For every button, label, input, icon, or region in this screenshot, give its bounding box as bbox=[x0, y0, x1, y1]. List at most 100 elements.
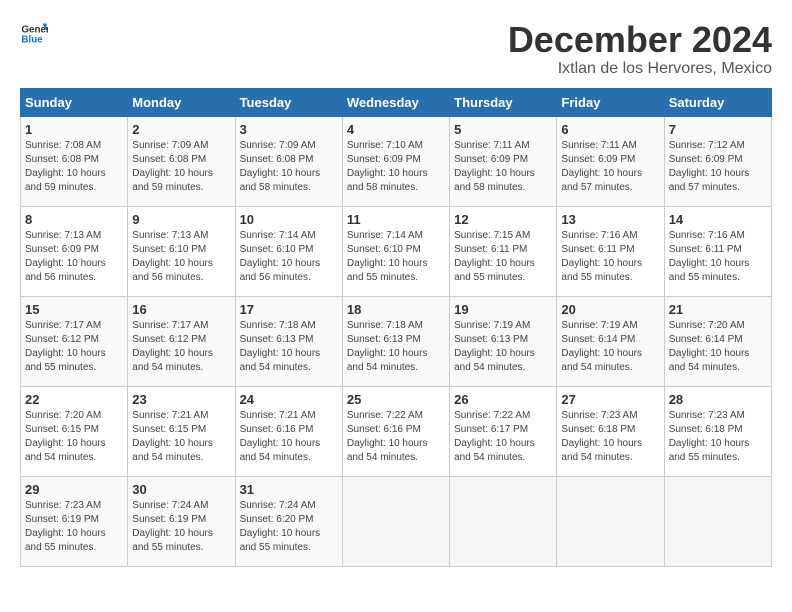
day-number: 4 bbox=[347, 122, 445, 137]
week-row-2: 15 Sunrise: 7:17 AM Sunset: 6:12 PM Dayli… bbox=[21, 296, 772, 386]
day-number: 15 bbox=[25, 302, 123, 317]
day-number: 24 bbox=[240, 392, 338, 407]
day-cell: 22 Sunrise: 7:20 AM Sunset: 6:15 PM Dayli… bbox=[21, 386, 128, 476]
col-tuesday: Tuesday bbox=[235, 88, 342, 116]
logo: General Blue bbox=[20, 20, 48, 48]
day-cell bbox=[342, 476, 449, 566]
day-info: Sunrise: 7:22 AM Sunset: 6:16 PM Dayligh… bbox=[347, 409, 445, 465]
day-info: Sunrise: 7:11 AM Sunset: 6:09 PM Dayligh… bbox=[561, 139, 659, 195]
day-info: Sunrise: 7:16 AM Sunset: 6:11 PM Dayligh… bbox=[561, 229, 659, 285]
day-number: 11 bbox=[347, 212, 445, 227]
day-number: 18 bbox=[347, 302, 445, 317]
header-row: Sunday Monday Tuesday Wednesday Thursday… bbox=[21, 88, 772, 116]
col-saturday: Saturday bbox=[664, 88, 771, 116]
day-info: Sunrise: 7:15 AM Sunset: 6:11 PM Dayligh… bbox=[454, 229, 552, 285]
day-cell bbox=[664, 476, 771, 566]
day-info: Sunrise: 7:11 AM Sunset: 6:09 PM Dayligh… bbox=[454, 139, 552, 195]
day-number: 25 bbox=[347, 392, 445, 407]
day-cell: 1Sunrise: 7:08 AM Sunset: 6:08 PM Daylig… bbox=[21, 116, 128, 206]
day-number: 9 bbox=[132, 212, 230, 227]
day-number: 10 bbox=[240, 212, 338, 227]
day-cell bbox=[450, 476, 557, 566]
day-info: Sunrise: 7:18 AM Sunset: 6:13 PM Dayligh… bbox=[240, 319, 338, 375]
day-number: 13 bbox=[561, 212, 659, 227]
logo-icon: General Blue bbox=[20, 20, 48, 48]
col-wednesday: Wednesday bbox=[342, 88, 449, 116]
calendar-title: December 2024 bbox=[508, 20, 772, 60]
col-monday: Monday bbox=[128, 88, 235, 116]
day-number: 22 bbox=[25, 392, 123, 407]
day-cell: 3Sunrise: 7:09 AM Sunset: 6:08 PM Daylig… bbox=[235, 116, 342, 206]
day-info: Sunrise: 7:14 AM Sunset: 6:10 PM Dayligh… bbox=[240, 229, 338, 285]
day-info: Sunrise: 7:19 AM Sunset: 6:13 PM Dayligh… bbox=[454, 319, 552, 375]
day-info: Sunrise: 7:17 AM Sunset: 6:12 PM Dayligh… bbox=[25, 319, 123, 375]
day-number: 27 bbox=[561, 392, 659, 407]
day-cell: 27 Sunrise: 7:23 AM Sunset: 6:18 PM Dayli… bbox=[557, 386, 664, 476]
day-info: Sunrise: 7:18 AM Sunset: 6:13 PM Dayligh… bbox=[347, 319, 445, 375]
day-number: 30 bbox=[132, 482, 230, 497]
day-cell: 9 Sunrise: 7:13 AM Sunset: 6:10 PM Daylig… bbox=[128, 206, 235, 296]
day-cell: 18 Sunrise: 7:18 AM Sunset: 6:13 PM Dayli… bbox=[342, 296, 449, 386]
day-number: 26 bbox=[454, 392, 552, 407]
day-cell: 28 Sunrise: 7:23 AM Sunset: 6:18 PM Dayli… bbox=[664, 386, 771, 476]
day-cell: 2 Sunrise: 7:09 AM Sunset: 6:08 PM Daylig… bbox=[128, 116, 235, 206]
calendar-table: Sunday Monday Tuesday Wednesday Thursday… bbox=[20, 88, 772, 567]
day-info: Sunrise: 7:12 AM Sunset: 6:09 PM Dayligh… bbox=[669, 139, 767, 195]
day-info: Sunrise: 7:20 AM Sunset: 6:14 PM Dayligh… bbox=[669, 319, 767, 375]
day-number: 31 bbox=[240, 482, 338, 497]
day-info: Sunrise: 7:23 AM Sunset: 6:18 PM Dayligh… bbox=[561, 409, 659, 465]
day-number: 2 bbox=[132, 122, 230, 137]
day-info: Sunrise: 7:23 AM Sunset: 6:19 PM Dayligh… bbox=[25, 499, 123, 555]
week-row-4: 29 Sunrise: 7:23 AM Sunset: 6:19 PM Dayli… bbox=[21, 476, 772, 566]
page-header: General Blue December 2024 Ixtlan de los… bbox=[20, 20, 772, 78]
day-cell: 16 Sunrise: 7:17 AM Sunset: 6:12 PM Dayli… bbox=[128, 296, 235, 386]
day-number: 8 bbox=[25, 212, 123, 227]
day-cell: 30Sunrise: 7:24 AM Sunset: 6:19 PM Dayli… bbox=[128, 476, 235, 566]
week-row-0: 1Sunrise: 7:08 AM Sunset: 6:08 PM Daylig… bbox=[21, 116, 772, 206]
day-number: 17 bbox=[240, 302, 338, 317]
title-block: December 2024 Ixtlan de los Hervores, Me… bbox=[508, 20, 772, 78]
day-info: Sunrise: 7:19 AM Sunset: 6:14 PM Dayligh… bbox=[561, 319, 659, 375]
day-info: Sunrise: 7:10 AM Sunset: 6:09 PM Dayligh… bbox=[347, 139, 445, 195]
day-info: Sunrise: 7:13 AM Sunset: 6:09 PM Dayligh… bbox=[25, 229, 123, 285]
day-number: 14 bbox=[669, 212, 767, 227]
day-cell: 6 Sunrise: 7:11 AM Sunset: 6:09 PM Daylig… bbox=[557, 116, 664, 206]
day-cell: 23Sunrise: 7:21 AM Sunset: 6:15 PM Dayli… bbox=[128, 386, 235, 476]
day-info: Sunrise: 7:22 AM Sunset: 6:17 PM Dayligh… bbox=[454, 409, 552, 465]
day-cell bbox=[557, 476, 664, 566]
week-row-1: 8 Sunrise: 7:13 AM Sunset: 6:09 PM Daylig… bbox=[21, 206, 772, 296]
day-cell: 8 Sunrise: 7:13 AM Sunset: 6:09 PM Daylig… bbox=[21, 206, 128, 296]
day-info: Sunrise: 7:21 AM Sunset: 6:15 PM Dayligh… bbox=[132, 409, 230, 465]
calendar-subtitle: Ixtlan de los Hervores, Mexico bbox=[508, 60, 772, 78]
day-info: Sunrise: 7:09 AM Sunset: 6:08 PM Dayligh… bbox=[132, 139, 230, 195]
day-info: Sunrise: 7:13 AM Sunset: 6:10 PM Dayligh… bbox=[132, 229, 230, 285]
day-cell: 14 Sunrise: 7:16 AM Sunset: 6:11 PM Dayli… bbox=[664, 206, 771, 296]
day-cell: 25 Sunrise: 7:22 AM Sunset: 6:16 PM Dayli… bbox=[342, 386, 449, 476]
day-number: 6 bbox=[561, 122, 659, 137]
svg-text:Blue: Blue bbox=[21, 34, 43, 45]
day-cell: 31 Sunrise: 7:24 AM Sunset: 6:20 PM Dayli… bbox=[235, 476, 342, 566]
day-number: 5 bbox=[454, 122, 552, 137]
day-info: Sunrise: 7:24 AM Sunset: 6:20 PM Dayligh… bbox=[240, 499, 338, 555]
day-number: 20 bbox=[561, 302, 659, 317]
day-info: Sunrise: 7:23 AM Sunset: 6:18 PM Dayligh… bbox=[669, 409, 767, 465]
day-cell: 29 Sunrise: 7:23 AM Sunset: 6:19 PM Dayli… bbox=[21, 476, 128, 566]
day-cell: 21Sunrise: 7:20 AM Sunset: 6:14 PM Dayli… bbox=[664, 296, 771, 386]
day-number: 29 bbox=[25, 482, 123, 497]
col-friday: Friday bbox=[557, 88, 664, 116]
day-info: Sunrise: 7:20 AM Sunset: 6:15 PM Dayligh… bbox=[25, 409, 123, 465]
day-cell: 5 Sunrise: 7:11 AM Sunset: 6:09 PM Daylig… bbox=[450, 116, 557, 206]
day-info: Sunrise: 7:17 AM Sunset: 6:12 PM Dayligh… bbox=[132, 319, 230, 375]
day-number: 16 bbox=[132, 302, 230, 317]
day-number: 28 bbox=[669, 392, 767, 407]
day-info: Sunrise: 7:16 AM Sunset: 6:11 PM Dayligh… bbox=[669, 229, 767, 285]
day-cell: 10 Sunrise: 7:14 AM Sunset: 6:10 PM Dayli… bbox=[235, 206, 342, 296]
day-cell: 26 Sunrise: 7:22 AM Sunset: 6:17 PM Dayli… bbox=[450, 386, 557, 476]
day-cell: 24Sunrise: 7:21 AM Sunset: 6:16 PM Dayli… bbox=[235, 386, 342, 476]
day-number: 3 bbox=[240, 122, 338, 137]
day-number: 19 bbox=[454, 302, 552, 317]
week-row-3: 22 Sunrise: 7:20 AM Sunset: 6:15 PM Dayli… bbox=[21, 386, 772, 476]
day-number: 1 bbox=[25, 122, 123, 137]
day-info: Sunrise: 7:14 AM Sunset: 6:10 PM Dayligh… bbox=[347, 229, 445, 285]
col-sunday: Sunday bbox=[21, 88, 128, 116]
